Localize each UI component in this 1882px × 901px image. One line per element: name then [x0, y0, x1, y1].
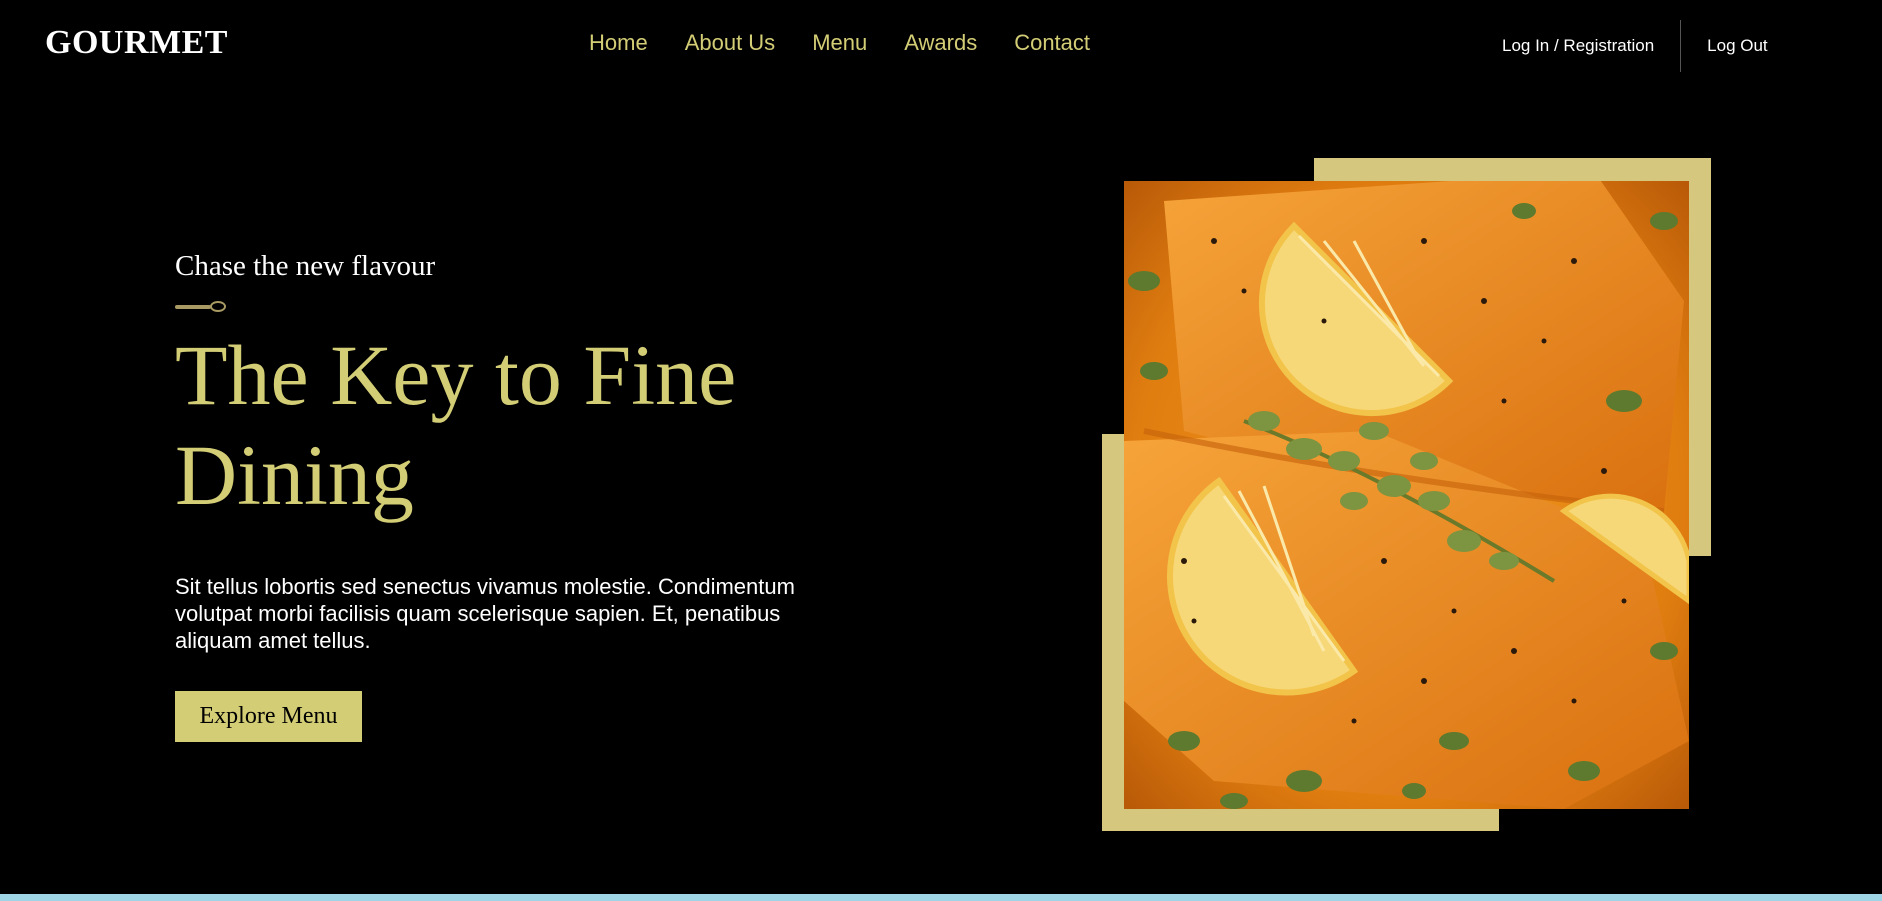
- hero-description: Sit tellus lobortis sed senectus vivamus…: [175, 574, 795, 653]
- site-logo[interactable]: GOURMET: [45, 24, 228, 62]
- nav-about-us[interactable]: About Us: [685, 30, 776, 56]
- spoon-icon: [175, 301, 227, 313]
- nav-contact[interactable]: Contact: [1014, 30, 1090, 56]
- auth-links: Log In / Registration Log Out: [1502, 20, 1768, 72]
- nav-home[interactable]: Home: [589, 30, 648, 56]
- salmon-dish-photo: [1124, 181, 1689, 809]
- hero-tagline: Chase the new flavour: [175, 250, 436, 282]
- main-nav: Home About Us Menu Awards Contact: [589, 30, 1127, 56]
- logout-link[interactable]: Log Out: [1707, 36, 1768, 56]
- auth-divider: [1680, 20, 1682, 72]
- login-registration-link[interactable]: Log In / Registration: [1502, 36, 1654, 56]
- bottom-window-strip: [0, 894, 1882, 901]
- explore-menu-button[interactable]: Explore Menu: [175, 691, 362, 742]
- hero-headline: The Key to Fine Dining: [175, 327, 737, 523]
- page: GOURMET Home About Us Menu Awards Contac…: [0, 0, 1882, 896]
- nav-menu[interactable]: Menu: [812, 30, 867, 56]
- nav-awards[interactable]: Awards: [904, 30, 977, 56]
